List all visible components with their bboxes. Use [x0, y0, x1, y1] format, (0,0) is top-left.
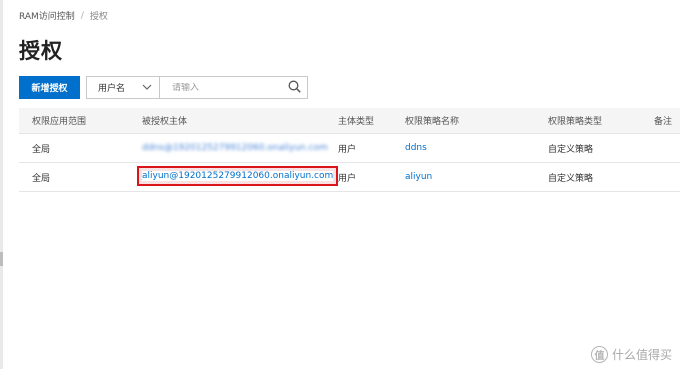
column-header-principal: 被授权主体 — [142, 117, 188, 127]
chevron-down-icon — [142, 83, 152, 93]
column-header-principal-type: 主体类型 — [338, 117, 375, 127]
policy-type-cell: 自定义策略 — [548, 144, 594, 155]
principal-link[interactable]: aliyun@1920125279912060.onaliyun.com — [136, 166, 339, 186]
table-header: 权限应用范围 被授权主体 主体类型 权限策略名称 权限策略类型 备注 — [19, 108, 680, 134]
search-field-select[interactable]: 用户名 — [86, 76, 160, 99]
breadcrumb: RAM访问控制 / 授权 — [19, 9, 108, 23]
new-authorization-button[interactable]: 新增授权 — [19, 76, 80, 99]
authorization-table: 权限应用范围 被授权主体 主体类型 权限策略名称 权限策略类型 备注 全局 dd… — [19, 108, 680, 192]
breadcrumb-separator: / — [80, 10, 84, 21]
page-title: 授权 — [19, 39, 63, 63]
watermark-text: 什么值得买 — [611, 348, 672, 362]
search-field-select-value: 用户名 — [98, 84, 126, 94]
policy-name-link[interactable]: ddns — [405, 134, 427, 162]
breadcrumb-root[interactable]: RAM访问控制 — [19, 9, 75, 22]
column-header-policy-name: 权限策略名称 — [405, 117, 460, 127]
principal-cell: aliyun@1920125279912060.onaliyun.com — [136, 166, 339, 186]
toolbar: 新增授权 用户名 — [19, 76, 308, 99]
column-header-note: 备注 — [654, 117, 673, 127]
search-input[interactable] — [172, 82, 272, 93]
principal-type-cell: 用户 — [338, 173, 357, 184]
table-row: 全局 aliyun@1920125279912060.onaliyun.com … — [19, 163, 680, 192]
scope-cell: 全局 — [32, 144, 51, 155]
watermark: 值 什么值得买 — [590, 346, 672, 363]
policy-name-link[interactable]: aliyun — [405, 163, 432, 191]
left-panel-edge — [0, 0, 3, 369]
panel-collapse-handle[interactable] — [0, 252, 3, 266]
search-icon[interactable] — [288, 78, 301, 97]
search-box — [160, 76, 308, 99]
breadcrumb-current: 授权 — [89, 12, 108, 22]
table-row: 全局 ddns@1920125279912060.onaliyun.com 用户… — [19, 134, 680, 163]
column-header-scope: 权限应用范围 — [32, 117, 87, 127]
principal-type-cell: 用户 — [338, 144, 357, 155]
column-header-policy-type: 权限策略类型 — [548, 117, 603, 127]
watermark-logo-icon: 值 — [590, 346, 608, 363]
principal-link[interactable]: ddns@1920125279912060.onaliyun.com — [142, 134, 328, 162]
scope-cell: 全局 — [32, 173, 51, 184]
policy-type-cell: 自定义策略 — [548, 173, 594, 184]
